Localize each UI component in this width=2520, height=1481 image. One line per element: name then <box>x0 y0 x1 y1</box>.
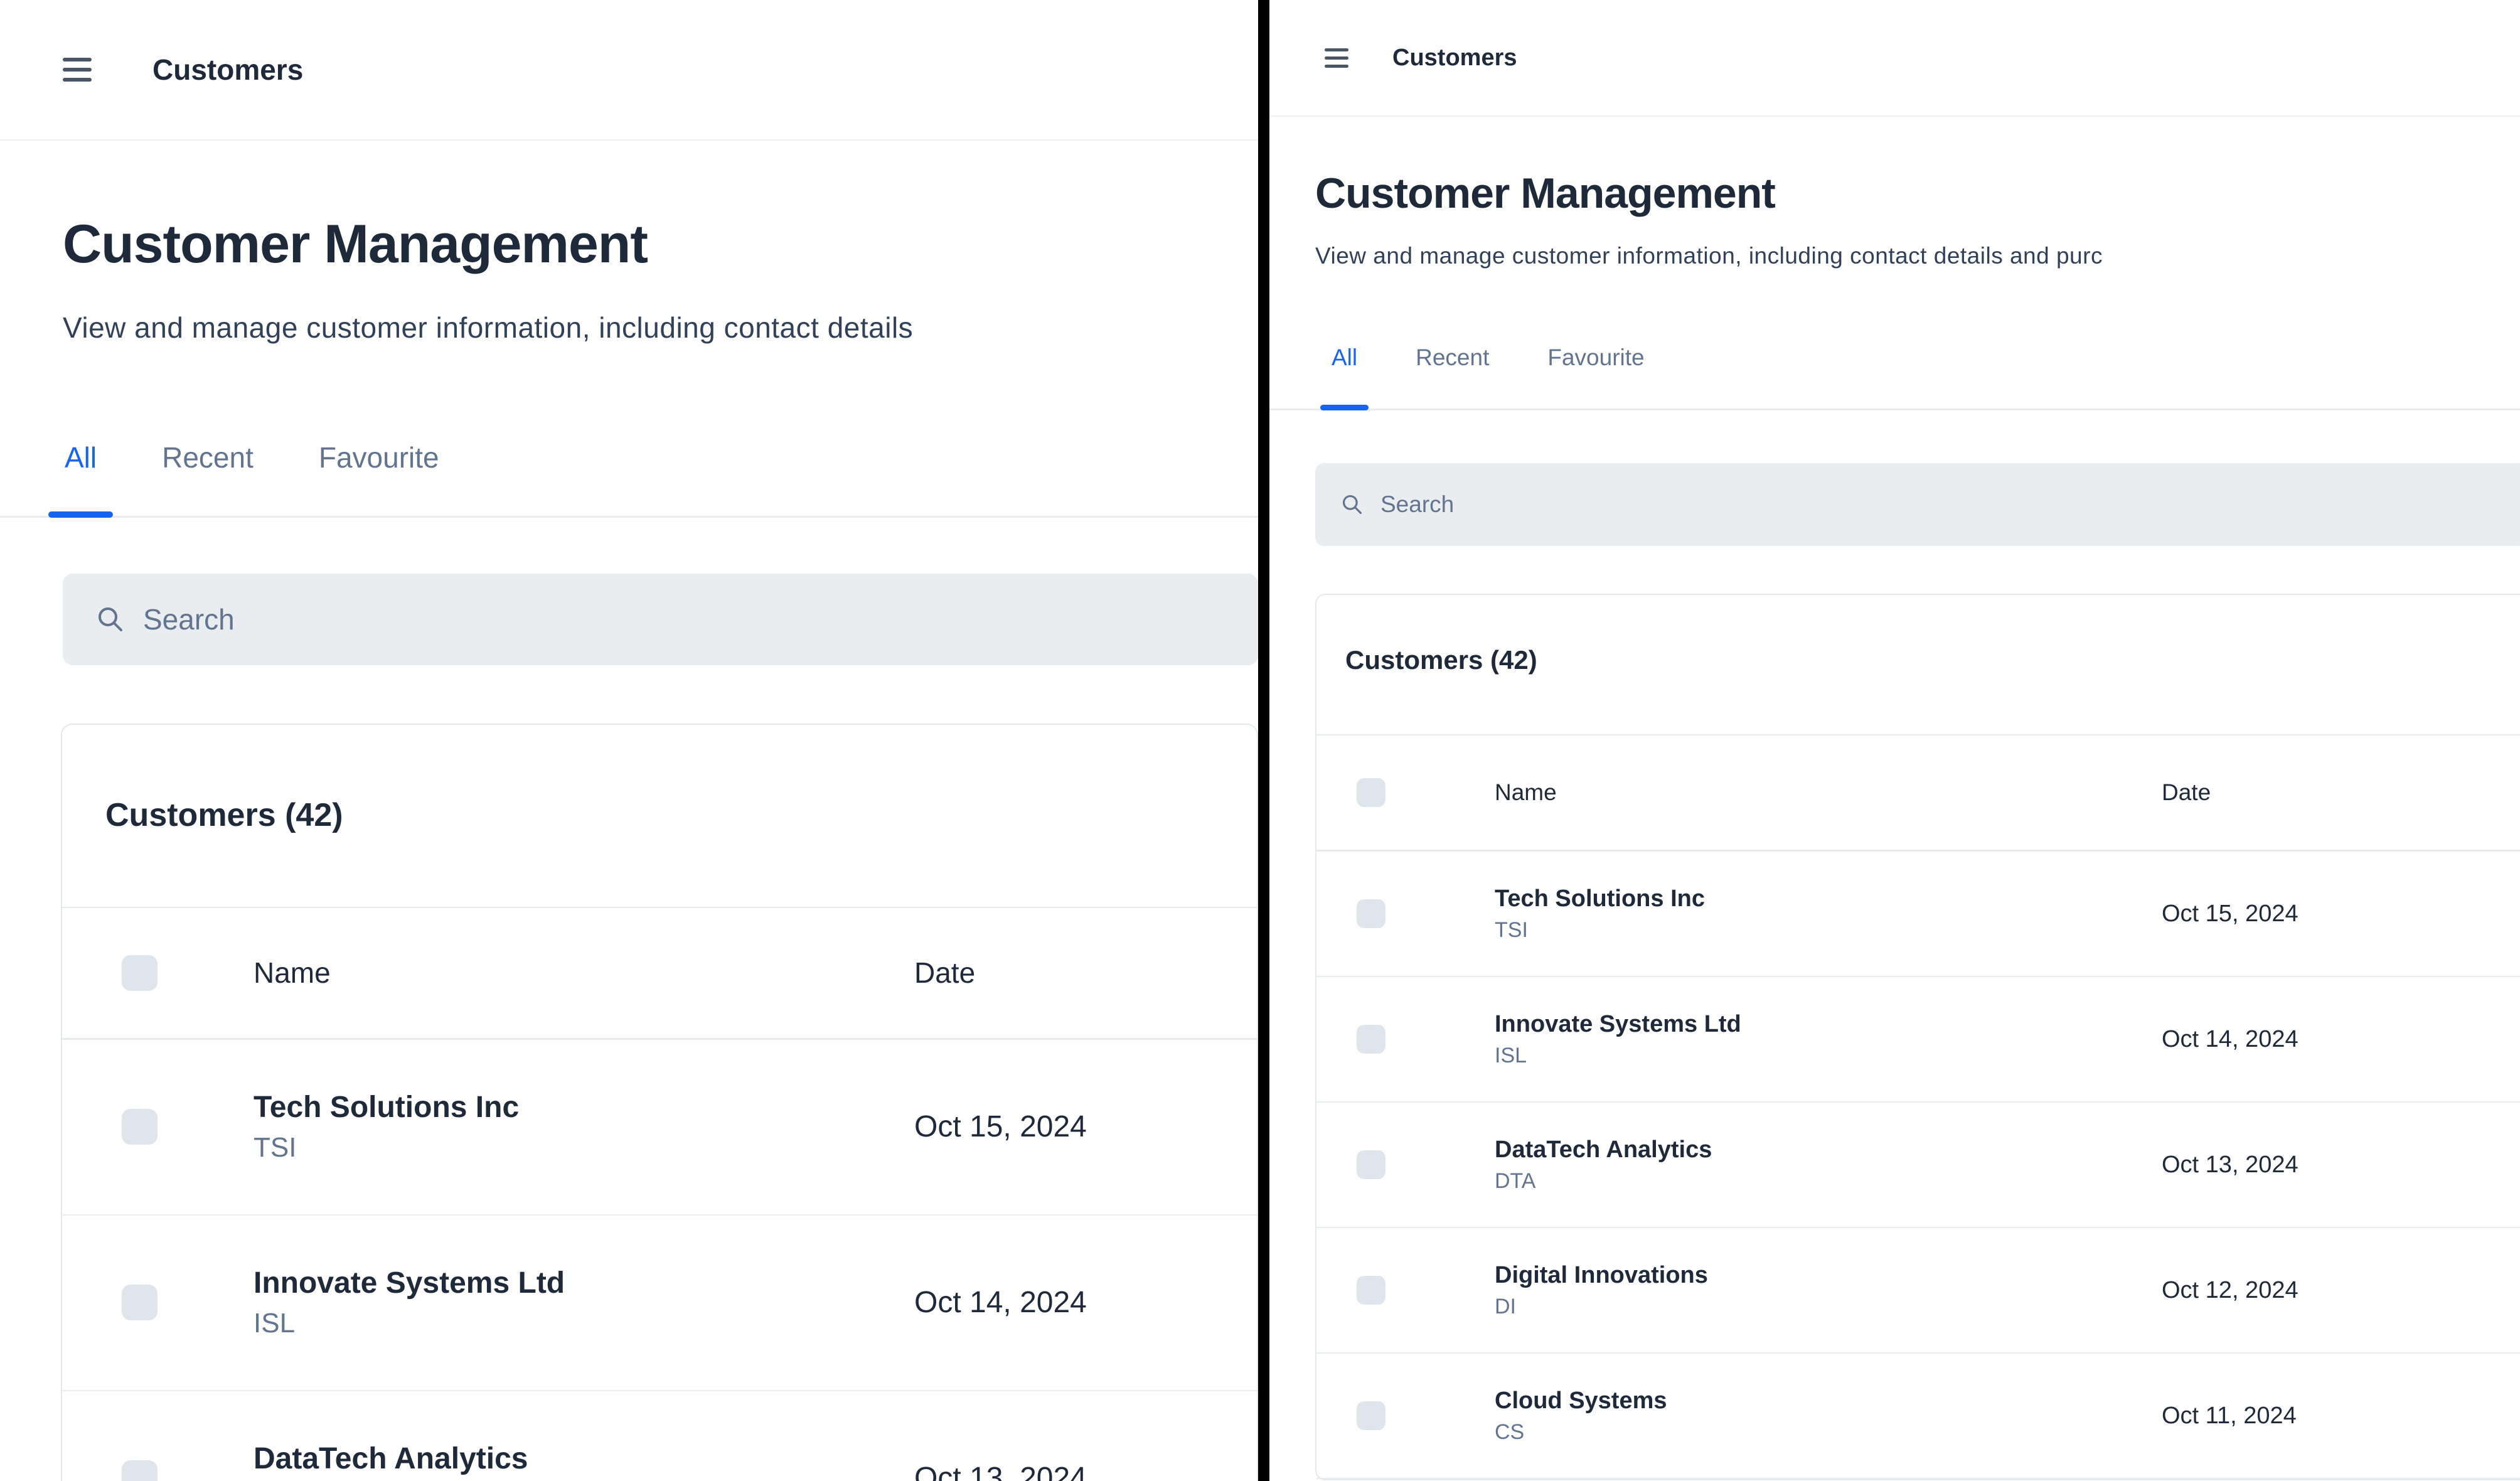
topbar-title: Customers <box>152 53 303 87</box>
customer-date: Oct 15, 2024 <box>914 1109 1257 1144</box>
column-header-date[interactable]: Date <box>914 956 1257 990</box>
customer-date: Oct 12, 2024 <box>2162 1277 2520 1304</box>
table-row[interactable]: DataTech Analytics DTA Oct 13, 2024 <box>1316 1103 2520 1228</box>
page-subtitle: View and manage customer information, in… <box>63 309 1258 347</box>
customer-date: Oct 13, 2024 <box>914 1461 1257 1481</box>
tab-bar: All Recent Favourite <box>1269 343 2520 410</box>
customer-code: ISL <box>254 1307 914 1340</box>
search-box[interactable] <box>1315 463 2520 546</box>
search-input[interactable] <box>1380 491 2520 518</box>
table-row[interactable]: Innovate Systems Ltd ISL Oct 14, 2024 <box>1316 977 2520 1103</box>
column-header-name[interactable]: Name <box>254 956 914 990</box>
customer-code: DI <box>1495 1294 2162 1320</box>
panel-divider <box>1258 0 1269 1481</box>
customer-name: Innovate Systems Ltd <box>1495 1010 2162 1039</box>
customer-code: TSI <box>254 1131 914 1165</box>
row-checkbox[interactable] <box>1357 1150 1385 1179</box>
tab-bar: All Recent Favourite <box>0 439 1258 518</box>
column-header-name[interactable]: Name <box>1495 779 2162 806</box>
table-row[interactable]: Digital Innovations DI Oct 12, 2024 <box>1316 1228 2520 1354</box>
search-box[interactable] <box>63 574 1258 665</box>
card-header: Customers (42) <box>1316 595 2520 736</box>
customers-card: Customers (42) Name Date Tech Solutions … <box>1315 594 2520 1481</box>
left-viewport: Customers Customer Management View and m… <box>0 0 1258 1481</box>
customer-name: DataTech Analytics <box>254 1441 914 1477</box>
top-app-bar: Customers <box>0 0 1258 141</box>
tab-recent[interactable]: Recent <box>162 439 254 516</box>
tab-favourite[interactable]: Favourite <box>1547 343 1644 409</box>
row-checkbox[interactable] <box>1357 1025 1385 1054</box>
customer-code: DTA <box>1495 1168 2162 1194</box>
customer-date: Oct 15, 2024 <box>2162 901 2520 928</box>
top-app-bar: Customers <box>1269 0 2520 117</box>
customer-date: Oct 14, 2024 <box>914 1285 1257 1320</box>
customer-name: Innovate Systems Ltd <box>254 1265 914 1302</box>
tab-all[interactable]: All <box>1332 343 1357 409</box>
right-viewport: Customers Customer Management View and m… <box>1269 0 2520 1481</box>
row-checkbox[interactable] <box>122 1460 158 1481</box>
menu-icon[interactable] <box>63 58 92 82</box>
table-row[interactable]: Tech Solutions Inc TSI Oct 15, 2024 <box>1316 852 2520 977</box>
row-checkbox[interactable] <box>1357 1401 1385 1430</box>
table-row[interactable]: Cloud Systems CS Oct 11, 2024 <box>1316 1354 2520 1479</box>
search-icon <box>95 604 125 634</box>
page-title: Customer Management <box>1315 168 2520 220</box>
customer-date: Oct 13, 2024 <box>2162 1152 2520 1179</box>
table-row[interactable]: Tech Solutions Inc TSI Oct 15, 2024 <box>62 1040 1257 1216</box>
page-title: Customer Management <box>63 212 1258 277</box>
search-input[interactable] <box>143 602 1258 636</box>
tab-recent[interactable]: Recent <box>1416 343 1489 409</box>
topbar-title: Customers <box>1392 45 1517 72</box>
table-header-row: Name Date <box>1316 735 2520 852</box>
customer-name: Digital Innovations <box>1495 1261 2162 1290</box>
row-checkbox[interactable] <box>1357 899 1385 928</box>
table-row[interactable]: DataTech Analytics DTA Oct 13, 2024 <box>62 1391 1257 1481</box>
row-checkbox[interactable] <box>122 1109 158 1145</box>
menu-icon[interactable] <box>1325 48 1348 68</box>
tab-all[interactable]: All <box>65 439 97 516</box>
tab-favourite[interactable]: Favourite <box>319 439 439 516</box>
search-icon <box>1340 493 1364 516</box>
customer-code: TSI <box>1495 917 2162 943</box>
split-screenshot-stage: Customers Customer Management View and m… <box>0 0 2520 1481</box>
customer-date: Oct 11, 2024 <box>2162 1403 2520 1430</box>
table-row[interactable]: Innovate Systems Ltd ISL Oct 14, 2024 <box>62 1216 1257 1391</box>
table-header-row: Name Date <box>62 908 1257 1040</box>
customer-code: CS <box>1495 1420 2162 1445</box>
card-title: Customers (42) <box>1345 644 2520 677</box>
customer-date: Oct 14, 2024 <box>2162 1026 2520 1053</box>
customer-code: ISL <box>1495 1043 2162 1069</box>
customer-name: Cloud Systems <box>1495 1387 2162 1416</box>
customer-name: Tech Solutions Inc <box>254 1089 914 1126</box>
select-all-checkbox[interactable] <box>122 955 158 991</box>
customer-name: Tech Solutions Inc <box>1495 885 2162 914</box>
card-title: Customers (42) <box>105 795 1257 836</box>
card-header: Customers (42) <box>62 725 1257 908</box>
column-header-date[interactable]: Date <box>2162 779 2520 806</box>
customer-name: DataTech Analytics <box>1495 1136 2162 1165</box>
page-subtitle: View and manage customer information, in… <box>1315 241 2520 271</box>
customers-card: Customers (42) Name Date Tech Solutions … <box>61 724 1258 1481</box>
select-all-checkbox[interactable] <box>1357 778 1385 807</box>
row-checkbox[interactable] <box>1357 1276 1385 1305</box>
row-checkbox[interactable] <box>122 1285 158 1320</box>
